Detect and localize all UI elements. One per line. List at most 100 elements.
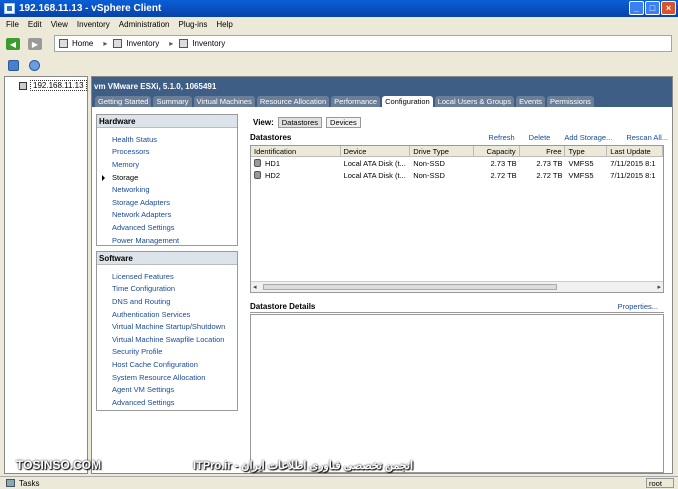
datastore-icon — [254, 159, 261, 167]
tasks-button[interactable]: Tasks — [0, 479, 39, 488]
col-type[interactable]: Type — [565, 146, 608, 156]
menu-inventory[interactable]: Inventory — [77, 20, 110, 29]
col-drive-type[interactable]: Drive Type — [410, 146, 474, 156]
hardware-panel: Hardware Health Status Processors Memory… — [96, 114, 238, 246]
breadcrumb-inventory-view[interactable]: Inventory — [179, 39, 225, 48]
col-last-update[interactable]: Last Update — [607, 146, 663, 156]
table-header: Identification Device Drive Type Capacit… — [251, 146, 663, 157]
sw-system-resource-allocation[interactable]: System Resource Allocation — [97, 371, 237, 384]
sw-advanced-settings[interactable]: Advanced Settings — [97, 396, 237, 409]
tree-item-host[interactable]: 192.168.11.13 — [19, 80, 87, 91]
forward-arrow-icon[interactable]: ▶ — [28, 38, 42, 50]
tab-permissions[interactable]: Permissions — [547, 96, 594, 107]
inventory-icon — [113, 39, 123, 48]
scrollbar-thumb[interactable] — [263, 284, 557, 290]
datastore-details-pane — [250, 314, 664, 473]
tab-virtual-machines[interactable]: Virtual Machines — [193, 96, 255, 107]
current-user: root — [646, 478, 674, 488]
sw-vm-startup-shutdown[interactable]: Virtual Machine Startup/Shutdown — [97, 320, 237, 333]
maximize-button[interactable]: □ — [645, 1, 660, 15]
hw-processors[interactable]: Processors — [97, 146, 237, 159]
datastore-icon — [254, 171, 261, 179]
hw-memory[interactable]: Memory — [97, 158, 237, 171]
sw-time-configuration[interactable]: Time Configuration — [97, 283, 237, 296]
navigation-bar: ◀ ▶ Home ▸ Inventory ▸ Inventory — [0, 34, 678, 54]
sw-vm-swapfile-location[interactable]: Virtual Machine Swapfile Location — [97, 333, 237, 346]
refresh-inventory-icon[interactable] — [29, 59, 40, 71]
scroll-right-icon[interactable]: ▸ — [657, 283, 661, 291]
hw-health-status[interactable]: Health Status — [97, 133, 237, 146]
view-datastores-button[interactable]: Datastores — [277, 117, 323, 128]
sw-security-profile[interactable]: Security Profile — [97, 346, 237, 359]
hosts-clusters-icon — [179, 39, 189, 48]
breadcrumb-home[interactable]: Home — [59, 39, 93, 48]
sw-dns-routing[interactable]: DNS and Routing — [97, 295, 237, 308]
tab-configuration[interactable]: Configuration — [382, 96, 433, 107]
menu-plugins[interactable]: Plug-ins — [178, 20, 207, 29]
hw-storage-adapters[interactable]: Storage Adapters — [97, 196, 237, 209]
breadcrumb-inventory[interactable]: Inventory — [113, 39, 159, 48]
toolbar — [0, 57, 678, 73]
add-storage-link[interactable]: Add Storage... — [564, 133, 612, 142]
sw-host-cache-configuration[interactable]: Host Cache Configuration — [97, 358, 237, 371]
tab-resource-allocation[interactable]: Resource Allocation — [256, 96, 330, 107]
sw-agent-vm-settings[interactable]: Agent VM Settings — [97, 383, 237, 396]
window-title: 192.168.11.13 - vSphere Client — [19, 3, 162, 14]
hw-power-management[interactable]: Power Management — [97, 234, 237, 247]
breadcrumb-separator-icon: ▸ — [169, 39, 174, 48]
status-bar: Tasks root — [0, 476, 678, 489]
col-identification[interactable]: Identification — [251, 146, 341, 156]
hardware-header: Hardware — [97, 115, 237, 128]
col-device[interactable]: Device — [341, 146, 411, 156]
properties-link[interactable]: Properties... — [618, 302, 658, 311]
menu-administration[interactable]: Administration — [119, 20, 170, 29]
tab-bar: Getting Started Summary Virtual Machines… — [92, 95, 672, 107]
hw-advanced-settings[interactable]: Advanced Settings — [97, 221, 237, 234]
home-icon — [59, 39, 68, 48]
tasks-icon — [6, 479, 15, 487]
software-panel: Software Licensed Features Time Configur… — [96, 251, 238, 411]
col-free[interactable]: Free — [520, 146, 566, 156]
datastores-title: Datastores — [250, 133, 292, 142]
hw-storage[interactable]: Storage — [97, 171, 237, 184]
view-devices-button[interactable]: Devices — [326, 117, 361, 128]
hw-network-adapters[interactable]: Network Adapters — [97, 209, 237, 222]
minimize-button[interactable]: _ — [629, 1, 644, 15]
breadcrumb: Home ▸ Inventory ▸ Inventory — [54, 35, 672, 52]
table-row[interactable]: HD1 Local ATA Disk (t... Non-SSD 2.73 TB… — [251, 157, 663, 169]
sw-licensed-features[interactable]: Licensed Features — [97, 270, 237, 283]
hw-networking[interactable]: Networking — [97, 183, 237, 196]
tab-performance[interactable]: Performance — [331, 96, 381, 107]
tab-summary[interactable]: Summary — [153, 96, 192, 107]
close-button[interactable]: × — [661, 1, 676, 15]
horizontal-scrollbar[interactable]: ◂ ▸ — [251, 281, 663, 292]
breadcrumb-separator-icon: ▸ — [103, 39, 108, 48]
menu-help[interactable]: Help — [216, 20, 232, 29]
menu-view[interactable]: View — [51, 20, 68, 29]
datastore-details-header: Datastore Details Properties... — [250, 301, 664, 313]
datastore-details-title: Datastore Details — [250, 302, 316, 311]
add-host-icon[interactable] — [8, 59, 19, 71]
view-label: View: — [253, 118, 274, 127]
menu-bar: File Edit View Inventory Administration … — [0, 17, 678, 32]
datastores-header: Datastores Refresh Delete Add Storage...… — [250, 131, 668, 144]
tab-getting-started[interactable]: Getting Started — [95, 96, 152, 107]
tab-events[interactable]: Events — [516, 96, 546, 107]
table-row[interactable]: HD2 Local ATA Disk (t... Non-SSD 2.72 TB… — [251, 169, 663, 181]
datastores-table: Identification Device Drive Type Capacit… — [250, 145, 664, 293]
tab-local-users-groups[interactable]: Local Users & Groups — [434, 96, 515, 107]
vsphere-app-icon — [4, 3, 15, 14]
title-bar: 192.168.11.13 - vSphere Client _ □ × — [0, 0, 678, 17]
menu-edit[interactable]: Edit — [28, 20, 42, 29]
menu-file[interactable]: File — [6, 20, 19, 29]
delete-link[interactable]: Delete — [529, 133, 551, 142]
view-selector: View: Datastores Devices — [253, 117, 361, 128]
watermark: TOSINSO.COM ITPro.ir - انجمن تخصصی فناور… — [16, 458, 676, 472]
sw-authentication-services[interactable]: Authentication Services — [97, 308, 237, 321]
scroll-left-icon[interactable]: ◂ — [253, 283, 257, 291]
back-arrow-icon[interactable]: ◀ — [6, 38, 20, 50]
col-capacity[interactable]: Capacity — [474, 146, 520, 156]
refresh-link[interactable]: Refresh — [488, 133, 514, 142]
rescan-all-link[interactable]: Rescan All... — [626, 133, 668, 142]
host-panel: vm VMware ESXi, 5.1.0, 1065491 Getting S… — [91, 76, 673, 474]
